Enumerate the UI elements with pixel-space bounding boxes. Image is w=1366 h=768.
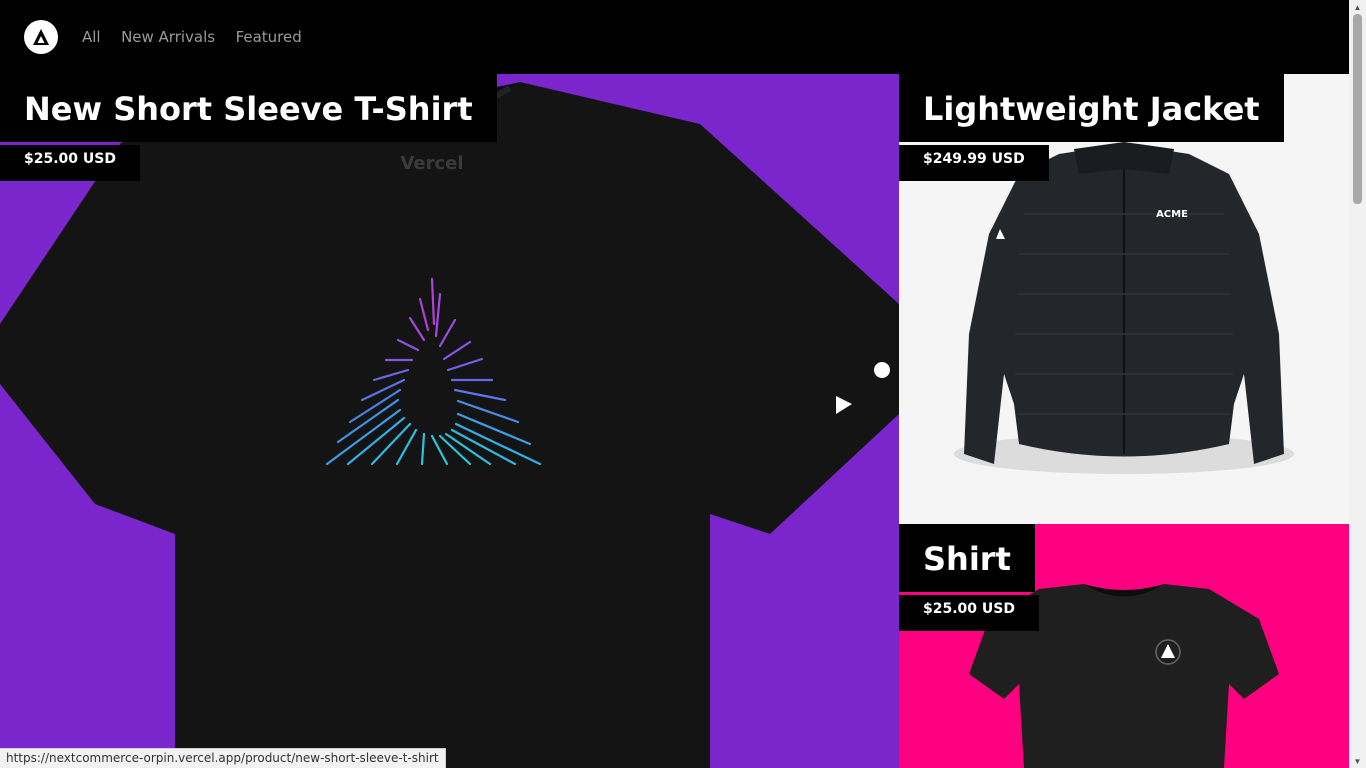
site-header: All New Arrivals Featured [0,0,1349,74]
product-price: $249.99 USD [899,145,1049,181]
page-scrollbar[interactable]: ▲ ▼ [1349,0,1366,768]
product-price: $25.00 USD [0,145,140,181]
product-tile-lightweight-jacket[interactable]: ACME Lightweight Jacket $249.99 USD [899,74,1349,524]
home-logo-link[interactable] [24,20,58,54]
product-title: Lightweight Jacket [899,74,1284,142]
nav-link-featured[interactable]: Featured [236,28,302,46]
main-nav: All New Arrivals Featured [82,28,318,47]
nav-link-new-arrivals[interactable]: New Arrivals [121,28,215,46]
product-price: $25.00 USD [899,595,1039,631]
scroll-up-icon[interactable]: ▲ [1349,0,1366,14]
browser-status-url: https://nextcommerce-orpin.vercel.app/pr… [0,748,446,768]
scroll-down-icon[interactable]: ▼ [1349,754,1366,768]
product-tile-new-short-sleeve-t-shirt[interactable]: Vercel New Short Sleeve T-Shirt $25.00 U… [0,74,899,768]
shirt-print-text: Vercel [400,153,463,174]
acme-logo-icon [33,29,49,45]
product-tile-shirt[interactable]: Shirt $25.00 USD [899,524,1349,768]
nav-link-all[interactable]: All [82,28,101,46]
scroll-thumb[interactable] [1353,14,1362,204]
product-title: Shirt [899,524,1035,592]
jacket-print-text: ACME [1156,209,1188,220]
product-title: New Short Sleeve T-Shirt [0,74,497,142]
